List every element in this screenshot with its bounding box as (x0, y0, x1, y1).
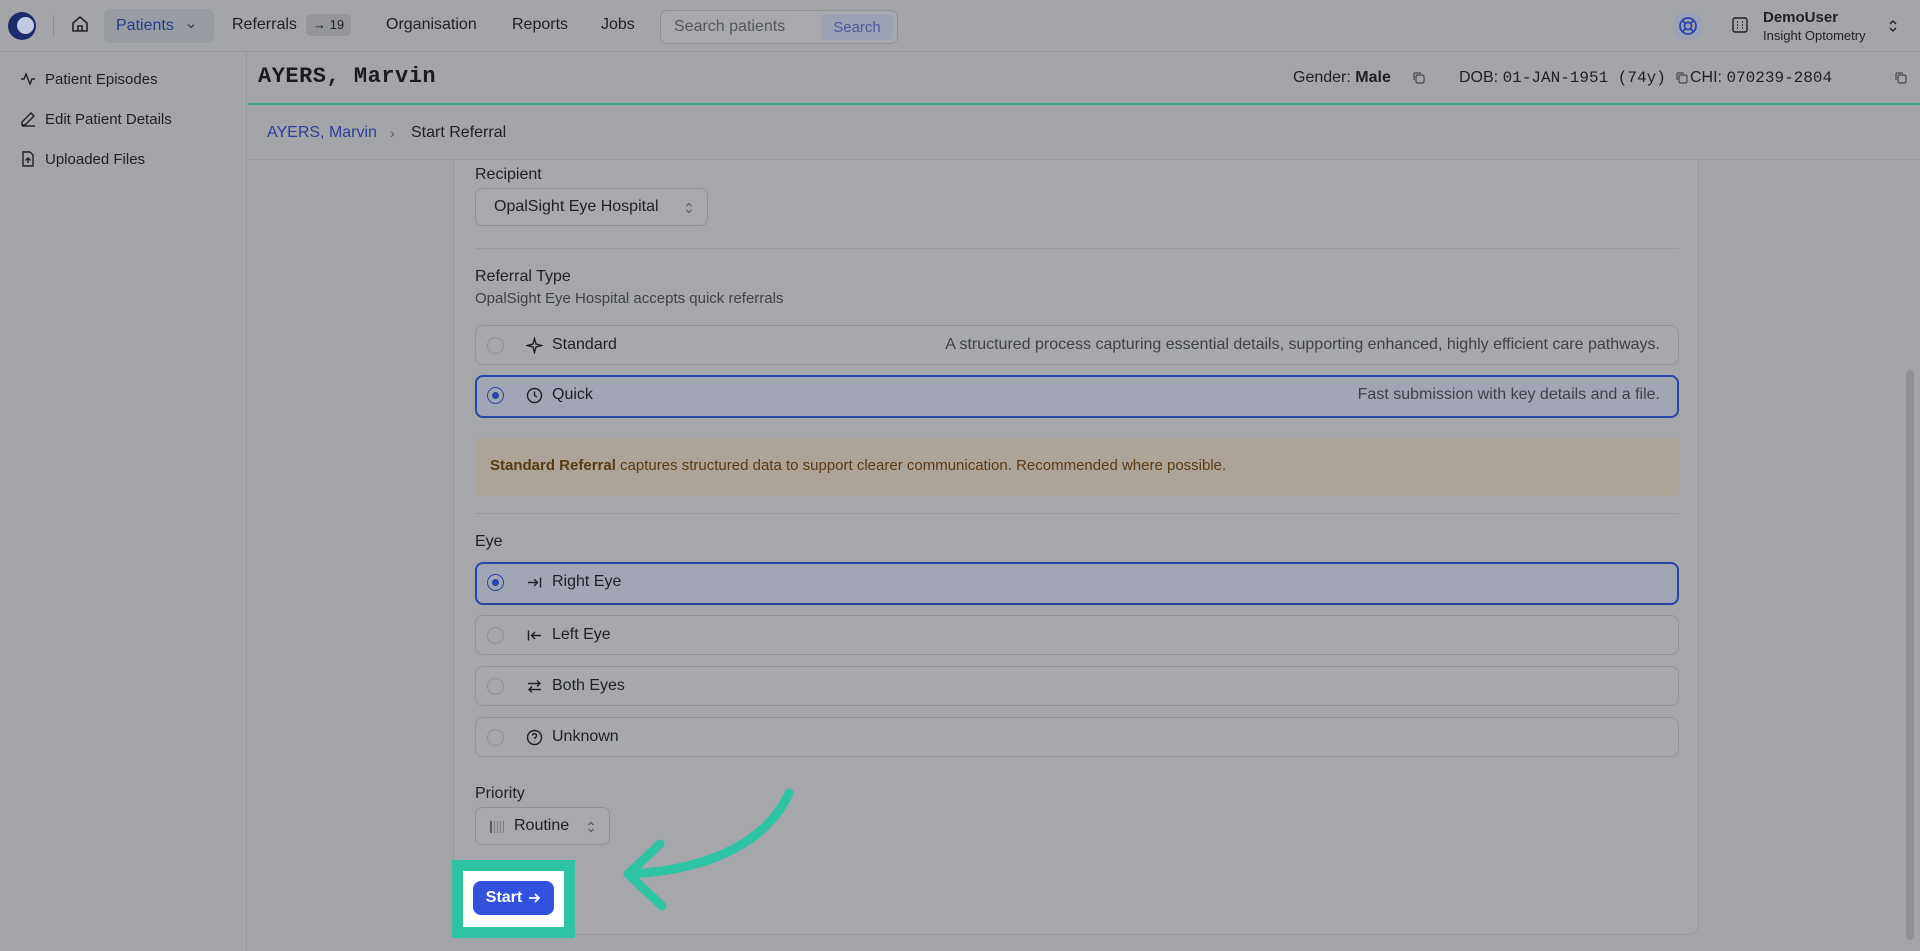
notice-text: captures structured data to support clea… (615, 457, 1227, 474)
patient-header: AYERS, Marvin Gender: Male DOB: 01-JAN-1… (248, 53, 1920, 105)
copy-icon[interactable] (1894, 71, 1908, 85)
organisation-icon (1732, 17, 1748, 33)
nav-patients[interactable]: Patients (104, 9, 214, 43)
patient-gender: Gender: Male (1293, 69, 1391, 87)
priority-value: Routine (514, 817, 570, 834)
search-input[interactable] (661, 11, 821, 43)
dob-value: 01-JAN-1951 (74y) (1502, 69, 1666, 87)
help-lifebuoy-icon[interactable] (1675, 13, 1701, 39)
arrow-right-to-line-icon (528, 577, 542, 588)
copy-icon[interactable] (1412, 71, 1426, 85)
priority-label: Priority (475, 785, 525, 802)
radio-button[interactable] (487, 627, 504, 644)
referral-type-option-standard[interactable]: Standard A structured process capturing … (475, 325, 1679, 365)
gender-label: Gender: (1293, 69, 1351, 86)
referral-type-label: Referral Type (475, 268, 571, 285)
divider (475, 513, 1679, 514)
nav-referrals[interactable]: Referrals (232, 16, 297, 34)
sidebar-item-uploaded-files[interactable]: Uploaded Files (20, 148, 145, 170)
divider (475, 248, 1679, 249)
copy-icon[interactable] (1675, 71, 1689, 85)
search-box: Search (660, 10, 898, 44)
user-organisation[interactable]: Insight Optometry (1763, 28, 1866, 43)
option-label: Standard (552, 336, 617, 353)
pointer-arrow-annotation (623, 788, 794, 911)
eye-option-left[interactable]: Left Eye (475, 615, 1679, 655)
arrow-left-to-line-icon (527, 630, 541, 641)
recipient-select[interactable]: OpalSight Eye Hospital (475, 188, 708, 226)
option-description: A structured process capturing essential… (945, 336, 1660, 353)
activity-icon (21, 72, 35, 86)
nav-organisation[interactable]: Organisation (386, 16, 477, 34)
sidebar-item-label: Edit Patient Details (45, 110, 172, 128)
clock-icon (526, 387, 543, 404)
eye-option-right[interactable]: Right Eye (475, 562, 1679, 605)
priority-bars-icon (490, 821, 504, 833)
sparkle-icon (526, 337, 543, 354)
app-logo[interactable] (8, 12, 36, 40)
sidebar-item-edit-patient-details[interactable]: Edit Patient Details (20, 108, 172, 130)
arrows-left-right-icon (528, 680, 541, 693)
option-label: Right Eye (552, 573, 622, 590)
pencil-icon (21, 112, 35, 127)
chevron-updown-icon[interactable] (1888, 18, 1898, 34)
eye-option-unknown[interactable]: Unknown (475, 717, 1679, 757)
home-icon[interactable] (70, 14, 90, 34)
eye-label: Eye (475, 533, 503, 550)
radio-button[interactable] (487, 678, 504, 695)
option-label: Both Eyes (552, 677, 625, 694)
patient-name: AYERS, Marvin (258, 64, 437, 89)
standard-referral-notice: Standard Referral captures structured da… (475, 438, 1679, 496)
radio-button[interactable] (487, 729, 504, 746)
radio-button[interactable] (487, 337, 504, 354)
sidebar: Patient Episodes Edit Patient Details Up… (0, 53, 247, 951)
file-icon (22, 151, 34, 167)
sidebar-item-label: Patient Episodes (45, 70, 158, 88)
option-description: Fast submission with key details and a f… (1357, 386, 1660, 403)
arrow-right-icon (529, 893, 541, 903)
notice-title: Standard Referral (490, 457, 616, 474)
chevron-updown-icon (588, 821, 594, 833)
nav-reports[interactable]: Reports (512, 16, 568, 34)
dob-label: DOB: (1459, 69, 1499, 86)
radio-button-selected[interactable] (487, 574, 504, 591)
nav-patients-label: Patients (116, 17, 174, 34)
nav-jobs[interactable]: Jobs (601, 16, 635, 34)
gender-value: Male (1355, 69, 1391, 86)
patient-dob: DOB: 01-JAN-1951 (74y) (1459, 69, 1666, 87)
start-button-label: Start (485, 889, 523, 906)
chi-label: CHI: (1690, 69, 1722, 86)
eye-option-both[interactable]: Both Eyes (475, 666, 1679, 706)
chi-value: 070239-2804 (1726, 69, 1833, 87)
chevron-updown-icon (686, 202, 692, 214)
radio-button-selected[interactable] (487, 387, 504, 404)
sidebar-item-label: Uploaded Files (45, 150, 146, 168)
help-circle-icon (526, 729, 543, 746)
chevron-down-icon (187, 24, 195, 29)
sidebar-item-patient-episodes[interactable]: Patient Episodes (20, 68, 158, 90)
option-label: Left Eye (552, 626, 611, 643)
referral-type-option-quick[interactable]: Quick Fast submission with key details a… (475, 375, 1679, 418)
user-name[interactable]: DemoUser (1763, 9, 1838, 26)
priority-select[interactable]: Routine (475, 807, 610, 845)
top-navbar: Patients Referrals → 19 Organisation Rep… (0, 0, 1920, 52)
breadcrumb-separator: › (390, 125, 395, 141)
recipient-value: OpalSight Eye Hospital (494, 198, 659, 215)
start-button[interactable]: Start (473, 881, 554, 915)
referrals-count-badge: → 19 (306, 14, 352, 36)
referral-type-hint: OpalSight Eye Hospital accepts quick ref… (475, 290, 784, 307)
recipient-label: Recipient (475, 166, 542, 183)
breadcrumb-patient-link[interactable]: AYERS, Marvin (267, 124, 377, 142)
breadcrumb-current: Start Referral (411, 124, 507, 141)
breadcrumb: AYERS, Marvin › Start Referral (248, 107, 1920, 160)
scrollbar[interactable] (1906, 370, 1914, 940)
search-button[interactable]: Search (821, 14, 893, 40)
patient-chi: CHI: 070239-2804 (1690, 69, 1832, 87)
option-label: Quick (552, 386, 593, 403)
divider (53, 15, 54, 37)
option-label: Unknown (552, 728, 619, 745)
